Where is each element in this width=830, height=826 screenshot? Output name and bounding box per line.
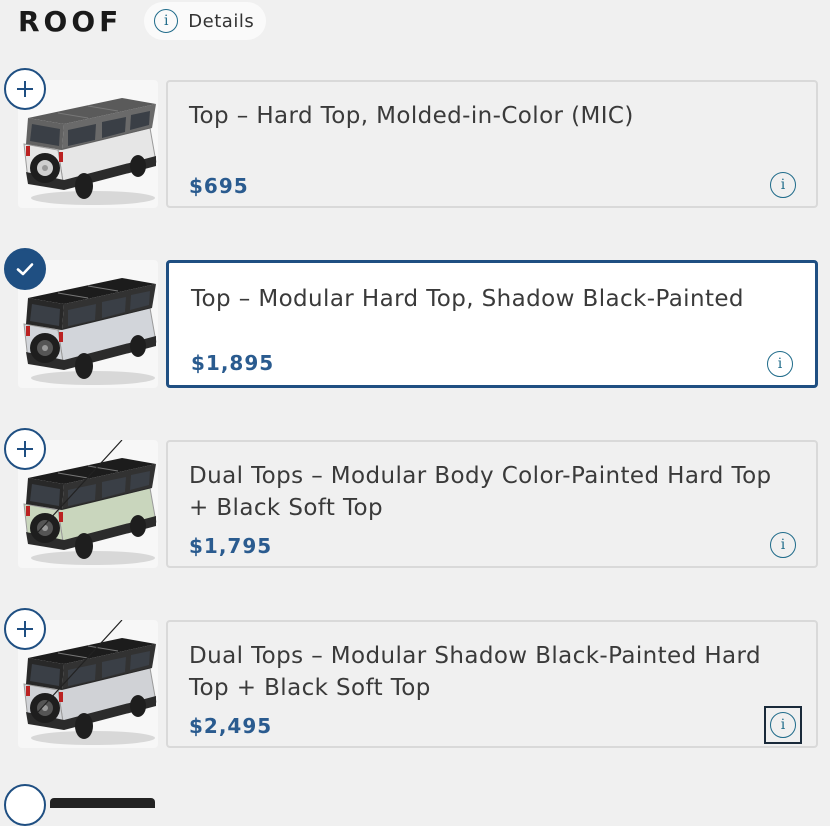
- option-price: $1,895: [191, 351, 275, 375]
- info-icon[interactable]: i: [770, 532, 796, 558]
- info-icon[interactable]: i: [770, 172, 796, 198]
- selected-toggle[interactable]: [4, 248, 46, 290]
- option-card[interactable]: Top – Hard Top, Molded-in-Color (MIC) $69…: [166, 80, 818, 208]
- option-title: Dual Tops – Modular Body Color-Painted H…: [189, 463, 772, 521]
- option-price: $1,795: [189, 534, 273, 558]
- option-card[interactable]: Dual Tops – Modular Shadow Black-Painted…: [166, 620, 818, 748]
- select-toggle-partial[interactable]: [4, 784, 46, 826]
- option-title: Top – Hard Top, Molded-in-Color (MIC): [189, 103, 634, 129]
- details-label: Details: [188, 10, 255, 32]
- option-title: Dual Tops – Modular Shadow Black-Painted…: [189, 643, 761, 701]
- option-row: Top – Modular Hard Top, Shadow Black-Pai…: [0, 248, 830, 388]
- plus-icon: [17, 621, 33, 637]
- option-row: Dual Tops – Modular Body Color-Painted H…: [0, 428, 830, 568]
- option-price: $695: [189, 174, 249, 198]
- info-icon: i: [154, 9, 179, 33]
- add-option-toggle[interactable]: [4, 68, 46, 110]
- option-card[interactable]: Dual Tops – Modular Body Color-Painted H…: [166, 440, 818, 568]
- add-option-toggle[interactable]: [4, 428, 46, 470]
- option-title: Top – Modular Hard Top, Shadow Black-Pai…: [191, 286, 744, 312]
- option-row: Dual Tops – Modular Shadow Black-Painted…: [0, 608, 830, 748]
- plus-icon: [17, 441, 33, 457]
- section-header: ROOF i Details: [18, 2, 267, 40]
- details-button[interactable]: i Details: [144, 2, 267, 40]
- checkmark-icon: [16, 263, 34, 276]
- info-icon[interactable]: i: [767, 351, 793, 377]
- option-price: $2,495: [189, 714, 273, 738]
- add-option-toggle[interactable]: [4, 608, 46, 650]
- section-title: ROOF: [18, 4, 123, 38]
- option-card[interactable]: Top – Modular Hard Top, Shadow Black-Pai…: [166, 260, 818, 388]
- option-row: Top – Hard Top, Molded-in-Color (MIC) $69…: [0, 68, 830, 208]
- vehicle-image-partial: [50, 798, 155, 808]
- info-icon[interactable]: i: [764, 706, 802, 744]
- plus-icon: [17, 81, 33, 97]
